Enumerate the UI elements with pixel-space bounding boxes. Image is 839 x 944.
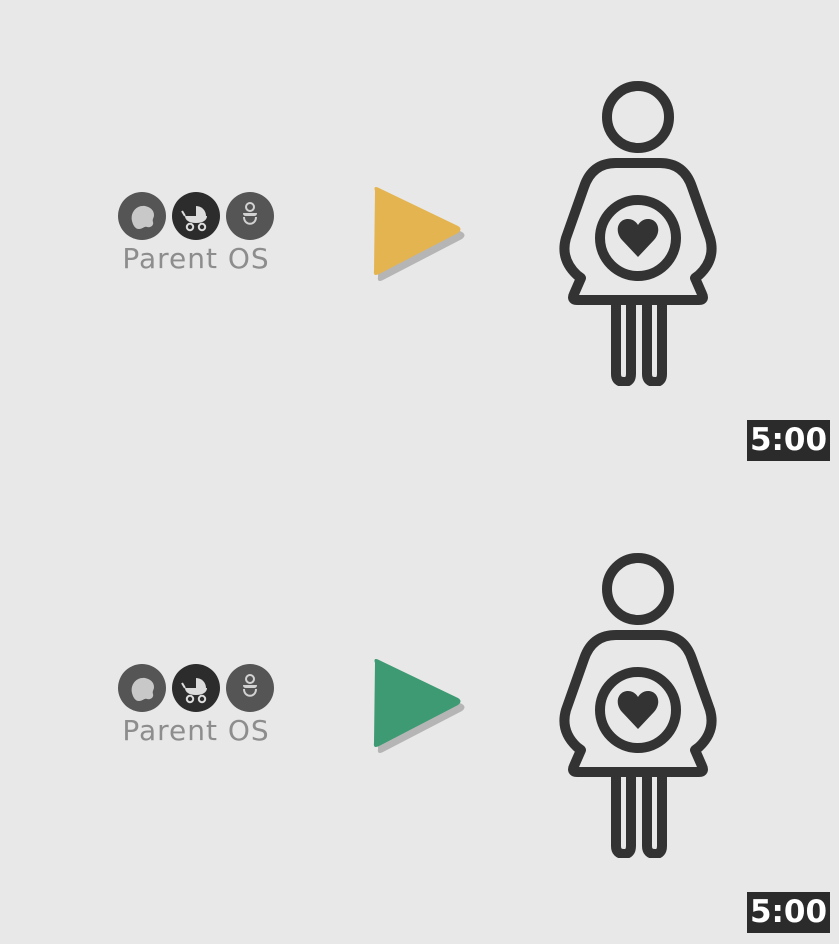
- pregnant-woman-heart-icon: [559, 81, 717, 387]
- video-thumbnail[interactable]: [556, 552, 722, 859]
- pacifier-icon: [226, 664, 274, 712]
- play-button[interactable]: [368, 184, 468, 284]
- pacifier-icon: [226, 192, 274, 240]
- duration-badge: 5:00: [747, 420, 830, 461]
- stroller-icon: [172, 664, 220, 712]
- play-icon: [373, 659, 465, 753]
- logo-circles: [118, 664, 274, 714]
- video-thumbnail[interactable]: [556, 80, 722, 387]
- duration-badge: 5:00: [747, 892, 830, 933]
- fetus-icon: [118, 192, 166, 240]
- parent-os-logo: Parent OS: [111, 192, 281, 282]
- brand-name: Parent OS: [122, 242, 270, 275]
- stroller-icon: [172, 192, 220, 240]
- logo-circles: [118, 192, 274, 242]
- play-button[interactable]: [368, 656, 468, 756]
- parent-os-logo: Parent OS: [111, 664, 281, 754]
- pregnant-woman-heart-icon: [559, 553, 717, 859]
- brand-name: Parent OS: [122, 714, 270, 747]
- video-card[interactable]: Parent OS 5:00: [0, 472, 839, 944]
- video-card[interactable]: Parent OS 5:00: [0, 0, 839, 472]
- fetus-icon: [118, 664, 166, 712]
- play-icon: [373, 187, 465, 281]
